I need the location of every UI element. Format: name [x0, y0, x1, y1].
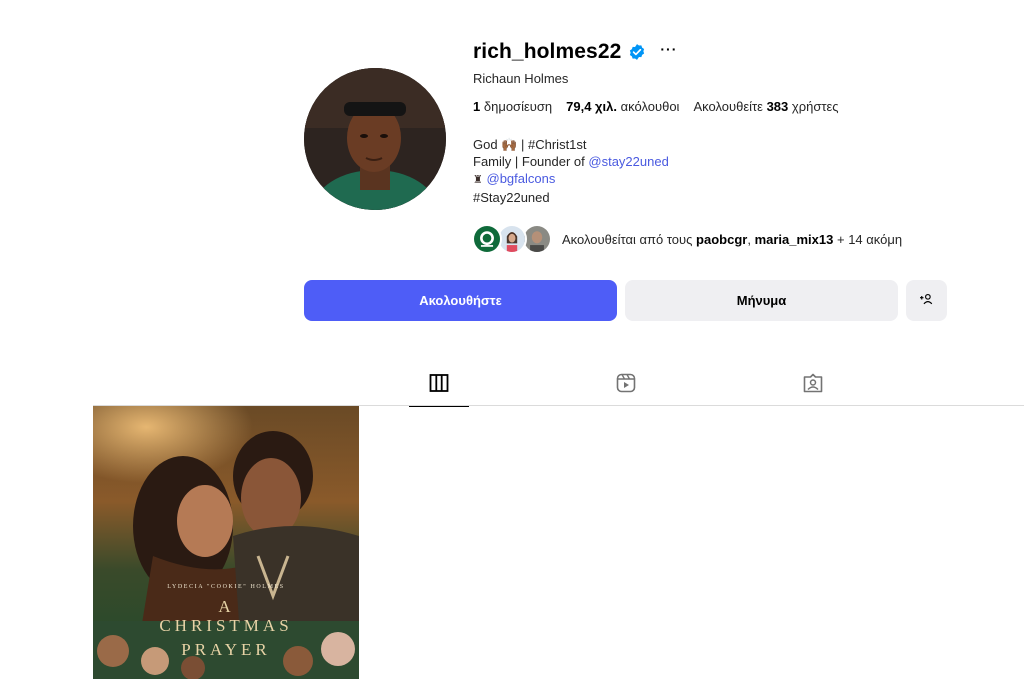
followers-label: ακόλουθοι	[620, 99, 680, 114]
posts-count-label: δημοσίευση	[483, 99, 553, 114]
avatar-photo	[304, 68, 446, 210]
message-button[interactable]: Μήνυμα	[625, 280, 898, 321]
person-add-icon	[919, 292, 934, 309]
tagged-icon	[803, 373, 823, 398]
tab-tagged[interactable]	[783, 370, 843, 406]
bio-text: Family | Founder of	[473, 154, 585, 169]
profile-avatar[interactable]	[304, 68, 446, 210]
posts-count: 1 δημοσίευση	[473, 99, 552, 114]
poster-title-line-2: PRAYER	[181, 640, 271, 659]
posts-count-value: 1	[473, 99, 481, 114]
profile-full-name: Richaun Holmes	[473, 71, 569, 86]
followed-by-more: + 14 ακόμη	[836, 231, 903, 247]
bio-text: God	[473, 137, 498, 152]
bio-mention-link[interactable]: @bgfalcons	[487, 171, 556, 186]
followed-by-text[interactable]: Ακολουθείται από τους paobcgr, maria_mix…	[562, 232, 902, 247]
mutual-follower-link[interactable]: maria_mix13	[755, 232, 834, 247]
following-suffix: χρήστες	[791, 99, 839, 114]
bio-line-2: Family | Founder of @stay22uned	[473, 153, 669, 170]
poster-credit: LYDECIA "COOKIE" HOLMES	[167, 584, 285, 590]
bio-line-4: #Stay22uned	[473, 190, 550, 205]
verified-badge-icon	[628, 43, 646, 61]
followed-by[interactable]: Ακολουθείται από τους paobcgr, maria_mix…	[472, 222, 902, 256]
following-link[interactable]: Ακολουθείτε 383 χρήστες	[693, 99, 838, 114]
username-row: rich_holmes22 ···	[473, 38, 677, 66]
profile-bio: God 🙌🏾 | #Christ1st Family | Founder of …	[473, 136, 669, 206]
poster-title-article: A	[218, 597, 234, 616]
tab-posts[interactable]	[409, 370, 469, 407]
poster-title-line-1: CHRISTMAS	[159, 616, 293, 635]
post-image	[93, 406, 359, 679]
follow-button[interactable]: Ακολουθήστε	[304, 280, 617, 321]
profile-username: rich_holmes22	[473, 40, 622, 63]
profile-stats: 1 δημοσίευση 79,4 χιλ. ακόλουθοι Ακολουθ…	[473, 99, 839, 114]
mutual-follower-link[interactable]: paobcgr	[696, 232, 747, 247]
reels-icon	[616, 373, 636, 398]
avatar	[472, 224, 502, 254]
post-thumbnail[interactable]: LYDECIA "COOKIE" HOLMES A CHRISTMAS PRAY…	[93, 406, 359, 679]
following-prefix: Ακολουθείτε	[693, 99, 763, 114]
bio-mention-link[interactable]: @stay22uned	[588, 154, 668, 169]
separator: ,	[747, 231, 751, 247]
followed-by-prefix: Ακολουθείται από τους	[562, 231, 693, 247]
bio-line-1: God 🙌🏾 | #Christ1st	[473, 136, 669, 153]
following-count-value: 383	[766, 99, 789, 114]
more-options-button[interactable]: ···	[660, 42, 677, 60]
grid-icon	[429, 373, 449, 398]
followers-count-value: 79,4 χιλ.	[566, 99, 617, 114]
tab-reels[interactable]	[596, 370, 656, 406]
followers-link[interactable]: 79,4 χιλ. ακόλουθοι	[566, 99, 679, 114]
chess-rook-icon: ♜	[473, 174, 483, 186]
bio-text: | #Christ1st	[521, 137, 587, 152]
praying-hands-icon: 🙌🏾	[501, 137, 518, 152]
suggested-accounts-button[interactable]	[906, 280, 947, 321]
mutual-followers-avatars	[472, 223, 554, 255]
bio-line-3: ♜ @bgfalcons	[473, 170, 669, 189]
